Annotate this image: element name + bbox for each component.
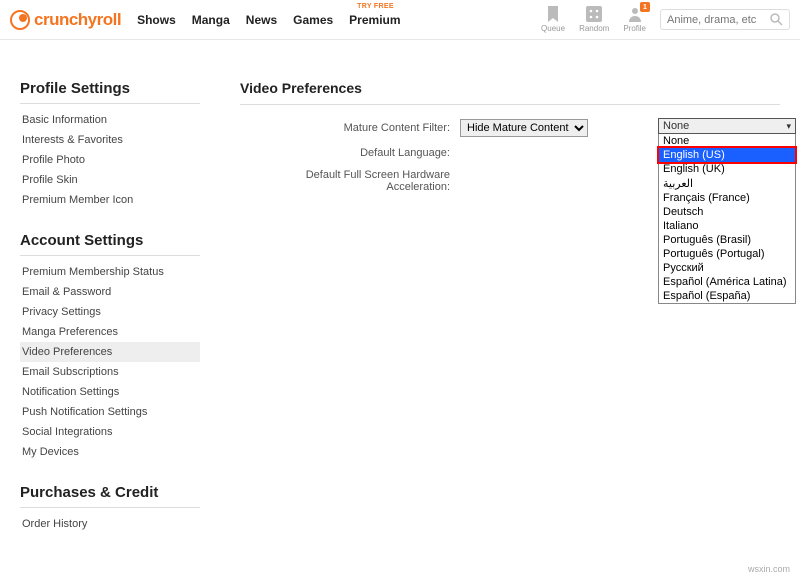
sidebar-item-membership[interactable]: Premium Membership Status <box>20 262 200 282</box>
try-free-label: TRY FREE <box>357 3 394 10</box>
brand-logo[interactable]: crunchyroll <box>10 10 121 30</box>
search-box[interactable] <box>660 9 790 30</box>
notification-badge: 1 <box>640 2 650 12</box>
sidebar-item-profile-skin[interactable]: Profile Skin <box>20 170 200 190</box>
watermark: wsxin.com <box>748 564 790 574</box>
sidebar: Profile Settings Basic Information Inter… <box>20 50 200 556</box>
brand-name: crunchyroll <box>34 10 121 30</box>
lang-option-es-la[interactable]: Español (América Latina) <box>659 275 795 289</box>
lang-option-fr[interactable]: Français (France) <box>659 191 795 205</box>
sidebar-item-push-notification[interactable]: Push Notification Settings <box>20 402 200 422</box>
sidebar-item-notification[interactable]: Notification Settings <box>20 382 200 402</box>
language-dropdown[interactable]: None ▾ None English (US) English (UK) ال… <box>658 118 796 304</box>
sidebar-item-profile-photo[interactable]: Profile Photo <box>20 150 200 170</box>
nav-premium[interactable]: TRY FREE Premium <box>349 13 400 27</box>
sidebar-item-privacy[interactable]: Privacy Settings <box>20 302 200 322</box>
lang-option-none[interactable]: None <box>659 134 795 148</box>
search-icon <box>770 13 783 26</box>
sidebar-item-basic-info[interactable]: Basic Information <box>20 110 200 130</box>
dice-icon <box>586 6 602 22</box>
mature-filter-label: Mature Content Filter: <box>240 122 460 134</box>
sidebar-group-purchases: Purchases & Credit Order History <box>20 484 200 534</box>
lang-option-ar[interactable]: العربية <box>659 176 795 191</box>
default-language-label: Default Language: <box>240 147 460 159</box>
sidebar-item-email-password[interactable]: Email & Password <box>20 282 200 302</box>
nav-news[interactable]: News <box>246 13 277 27</box>
sidebar-item-social[interactable]: Social Integrations <box>20 422 200 442</box>
sidebar-item-video-prefs[interactable]: Video Preferences <box>20 342 200 362</box>
lang-option-de[interactable]: Deutsch <box>659 205 795 219</box>
hw-accel-label: Default Full Screen Hardware Acceleratio… <box>240 169 460 193</box>
sidebar-item-email-subs[interactable]: Email Subscriptions <box>20 362 200 382</box>
sidebar-item-devices[interactable]: My Devices <box>20 442 200 462</box>
lang-option-en-uk[interactable]: English (UK) <box>659 162 795 176</box>
sidebar-heading-purchases: Purchases & Credit <box>20 484 200 508</box>
sidebar-heading-profile: Profile Settings <box>20 80 200 104</box>
main-panel: Video Preferences Mature Content Filter:… <box>200 50 780 556</box>
lang-option-pt-br[interactable]: Português (Brasil) <box>659 233 795 247</box>
nav-games[interactable]: Games <box>293 13 333 27</box>
search-input[interactable] <box>667 14 762 26</box>
crunchyroll-icon <box>10 10 30 30</box>
mature-filter-select[interactable]: Hide Mature Content <box>460 119 588 137</box>
lang-option-it[interactable]: Italiano <box>659 219 795 233</box>
bookmark-icon <box>546 6 560 22</box>
sidebar-group-profile: Profile Settings Basic Information Inter… <box>20 80 200 210</box>
lang-option-en-us[interactable]: English (US) <box>659 148 795 162</box>
lang-option-pt-pt[interactable]: Português (Portugal) <box>659 247 795 261</box>
sidebar-item-order-history[interactable]: Order History <box>20 514 200 534</box>
lang-option-es-es[interactable]: Español (España) <box>659 289 795 303</box>
sidebar-group-account: Account Settings Premium Membership Stat… <box>20 232 200 462</box>
sidebar-heading-account: Account Settings <box>20 232 200 256</box>
chevron-down-icon: ▾ <box>786 121 791 132</box>
queue-button[interactable]: Queue <box>541 6 565 33</box>
page-title: Video Preferences <box>240 80 780 105</box>
sidebar-item-manga-prefs[interactable]: Manga Preferences <box>20 322 200 342</box>
nav-manga[interactable]: Manga <box>192 13 230 27</box>
profile-button[interactable]: 1 Profile <box>623 6 646 33</box>
primary-nav: Shows Manga News Games TRY FREE Premium <box>137 13 400 27</box>
sidebar-item-premium-icon[interactable]: Premium Member Icon <box>20 190 200 210</box>
sidebar-item-interests[interactable]: Interests & Favorites <box>20 130 200 150</box>
language-dropdown-head[interactable]: None ▾ <box>658 118 796 134</box>
nav-shows[interactable]: Shows <box>137 13 176 27</box>
content: Profile Settings Basic Information Inter… <box>0 40 800 566</box>
random-button[interactable]: Random <box>579 6 609 33</box>
top-right: Queue Random 1 Profile <box>541 6 790 33</box>
lang-option-ru[interactable]: Русский <box>659 261 795 275</box>
top-bar: crunchyroll Shows Manga News Games TRY F… <box>0 0 800 40</box>
